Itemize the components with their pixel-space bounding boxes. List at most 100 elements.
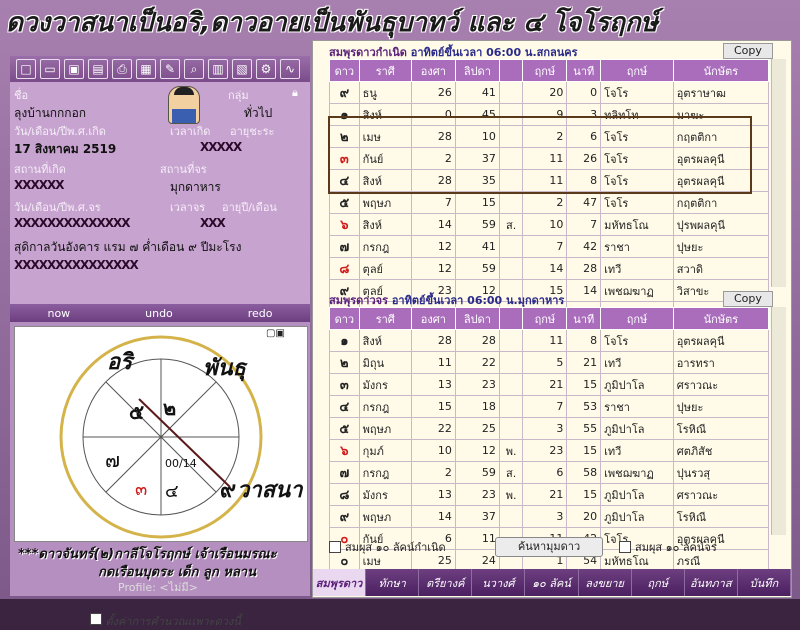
birth-time-field[interactable]: XXXXX: [200, 140, 242, 154]
save-as-icon[interactable]: ▤: [88, 59, 108, 79]
tab-1[interactable]: ทักษา: [366, 569, 420, 596]
column-header[interactable]: ราศี: [358, 59, 412, 82]
column-header[interactable]: [498, 59, 524, 82]
table-row[interactable]: ๕พฤษภ 22 25 3 55 ภูมิปาโล โรหิณี: [329, 417, 770, 440]
table-row[interactable]: ๕พฤษภ 7 15 2 47 โจโร กฤตติกา: [329, 191, 770, 214]
table-cell: 2: [522, 191, 568, 214]
undo-button[interactable]: undo: [145, 307, 173, 320]
table-cell: 28: [410, 329, 456, 352]
column-header[interactable]: ฤกษ์: [522, 59, 568, 82]
table-row[interactable]: ๖สิงห์ 14 59 ส. 10 7 มหัทธโณ ปุรพผลคุนี: [329, 213, 770, 236]
birth-date-field[interactable]: 17 สิงหาคม 2519: [14, 140, 116, 159]
save-icon[interactable]: ▣: [64, 59, 84, 79]
table-cell: เทวี: [600, 257, 674, 280]
table-cell: กรกฎ: [358, 235, 412, 258]
birthplace-field[interactable]: XXXXXX: [14, 178, 65, 192]
tab-5[interactable]: ลงขยาย: [579, 569, 632, 596]
checkbox[interactable]: [329, 541, 341, 553]
table-row[interactable]: ๗กรกฎ 2 59 ส. 6 58 เพชฌฆาฏ ปุนรวสุ: [329, 461, 770, 484]
table-cell: [498, 191, 524, 214]
column-header[interactable]: องศา: [410, 307, 456, 330]
column-header[interactable]: นาที: [566, 307, 602, 330]
column-header[interactable]: ราศี: [358, 307, 412, 330]
column-header[interactable]: ดาว: [329, 59, 360, 82]
natal-scrollbar[interactable]: [771, 59, 786, 287]
table-cell: 13: [410, 373, 456, 396]
column-header[interactable]: [498, 307, 524, 330]
table-cell: [498, 505, 524, 528]
lock-icon[interactable]: 🔒︎: [292, 86, 298, 100]
table-row[interactable]: ๘มังกร 13 23 พ. 21 15 ภูมิปาโล ศราวณะ: [329, 483, 770, 506]
tab-7[interactable]: อันทภาส: [685, 569, 738, 596]
edit-icon[interactable]: ✎: [160, 59, 180, 79]
transit-title-text: สมพุรดาวจร: [329, 294, 388, 307]
now-button[interactable]: now: [47, 307, 70, 320]
tab-4[interactable]: ๑๐ ลัคน์: [525, 569, 579, 596]
notes-icon[interactable]: ▧: [232, 59, 252, 79]
tab-8[interactable]: บันทึก: [738, 569, 791, 596]
table-row[interactable]: ๖กุมภ์ 10 12 พ. 23 15 เทวี ศตภิสัช: [329, 439, 770, 462]
name-field[interactable]: ลุงบ้านกกกอก: [14, 104, 86, 123]
table-cell: [498, 329, 524, 352]
column-header[interactable]: นาที: [566, 59, 602, 82]
transit-age-label: อายุปี/เดือน: [222, 201, 277, 214]
table-row[interactable]: ๒มิถุน 11 22 5 21 เทวี อารทรา: [329, 351, 770, 374]
column-header[interactable]: ดาว: [329, 307, 360, 330]
checkbox[interactable]: [90, 613, 102, 625]
table-cell: 7: [566, 213, 602, 236]
table-cell: พ.: [498, 483, 524, 506]
column-header[interactable]: ลิปดา: [454, 59, 500, 82]
tab-6[interactable]: ฤกษ์: [632, 569, 685, 596]
column-header[interactable]: ฤกษ์: [522, 307, 568, 330]
open-folder-icon[interactable]: ▭: [40, 59, 60, 79]
settings-icon[interactable]: ⚙: [256, 59, 276, 79]
check-transit-10[interactable]: สมผุส ๑๐ ลัคน์จร: [619, 538, 717, 556]
table-row[interactable]: ๘ตุลย์ 12 59 14 28 เทวี สวาดิ: [329, 257, 770, 280]
calc-icon[interactable]: ▥: [208, 59, 228, 79]
table-row[interactable]: ๙ธนู 26 41 20 0 โจโร อุตราษาฒ: [329, 81, 770, 104]
table-row[interactable]: ๔กรกฎ 15 18 7 53 ราชา ปุษยะ: [329, 395, 770, 418]
redo-button[interactable]: redo: [248, 307, 273, 320]
search-icon[interactable]: ⌕: [184, 59, 204, 79]
tab-0[interactable]: สมพุรดาว: [313, 569, 367, 596]
label-wasana: วาสนา: [237, 478, 304, 503]
custom-setting-checkbox[interactable]: ตั้งค่าการคำนวณเเพาะดวงนี้: [90, 612, 241, 630]
table-cell: 15: [566, 483, 602, 506]
table-cell: 41: [454, 235, 500, 258]
column-header[interactable]: ฤกษ์: [600, 59, 674, 82]
table-cell: 6: [522, 461, 568, 484]
column-header[interactable]: นักษัตร: [672, 59, 770, 82]
table-cell: 20: [566, 505, 602, 528]
table-cell: ๕: [329, 417, 360, 440]
column-header[interactable]: องศา: [410, 59, 456, 82]
table-row[interactable]: ๓มังกร 13 23 21 15 ภูมิปาโล ศราวณะ: [329, 373, 770, 396]
table-row[interactable]: ๑สิงห์ 28 28 11 8 โจโร อุตรผลคุนี: [329, 329, 770, 352]
table-cell: ปุรพผลคุนี: [672, 213, 770, 236]
check-natal-10[interactable]: สมผุส ๑๐ ลัคน์กำเนิด: [329, 538, 446, 556]
column-header[interactable]: นักษัตร: [672, 307, 770, 330]
table-row[interactable]: ๗กรกฎ 12 41 7 42 ราชา ปุษยะ: [329, 235, 770, 258]
location-field[interactable]: มุกดาหาร: [170, 178, 221, 197]
print-icon[interactable]: ⎙: [112, 59, 132, 79]
history-bar: now undo redo: [10, 304, 310, 322]
search-angle-button[interactable]: ค้นหามุมดาว: [495, 537, 603, 557]
table-cell: พฤษภ: [358, 505, 412, 528]
table-row[interactable]: ๙พฤษภ 14 37 3 20 ภูมิปาโล โรหิณี: [329, 505, 770, 528]
transit-time-field[interactable]: XXX: [200, 216, 226, 230]
chart-corner-icons[interactable]: ▢▣: [266, 328, 285, 339]
checkbox[interactable]: [619, 541, 631, 553]
copy-transit-button[interactable]: Copy: [723, 291, 773, 307]
tab-3[interactable]: นวางศ์: [472, 569, 526, 596]
table-cell: เทวี: [600, 439, 674, 462]
transit-date-field[interactable]: XXXXXXXXXXXXXX: [14, 216, 131, 230]
group-field[interactable]: ทั่วไป: [244, 104, 272, 123]
new-file-icon[interactable]: □: [16, 59, 36, 79]
column-header[interactable]: ลิปดา: [454, 307, 500, 330]
column-header[interactable]: ฤกษ์: [600, 307, 674, 330]
transit-scrollbar[interactable]: [771, 307, 786, 535]
name-label: ชื่อ: [14, 89, 29, 102]
copy-natal-button[interactable]: Copy: [723, 43, 773, 59]
tab-2[interactable]: ตรียางค์: [419, 569, 473, 596]
graph-icon[interactable]: ∿: [280, 59, 300, 79]
preview-icon[interactable]: ▦: [136, 59, 156, 79]
